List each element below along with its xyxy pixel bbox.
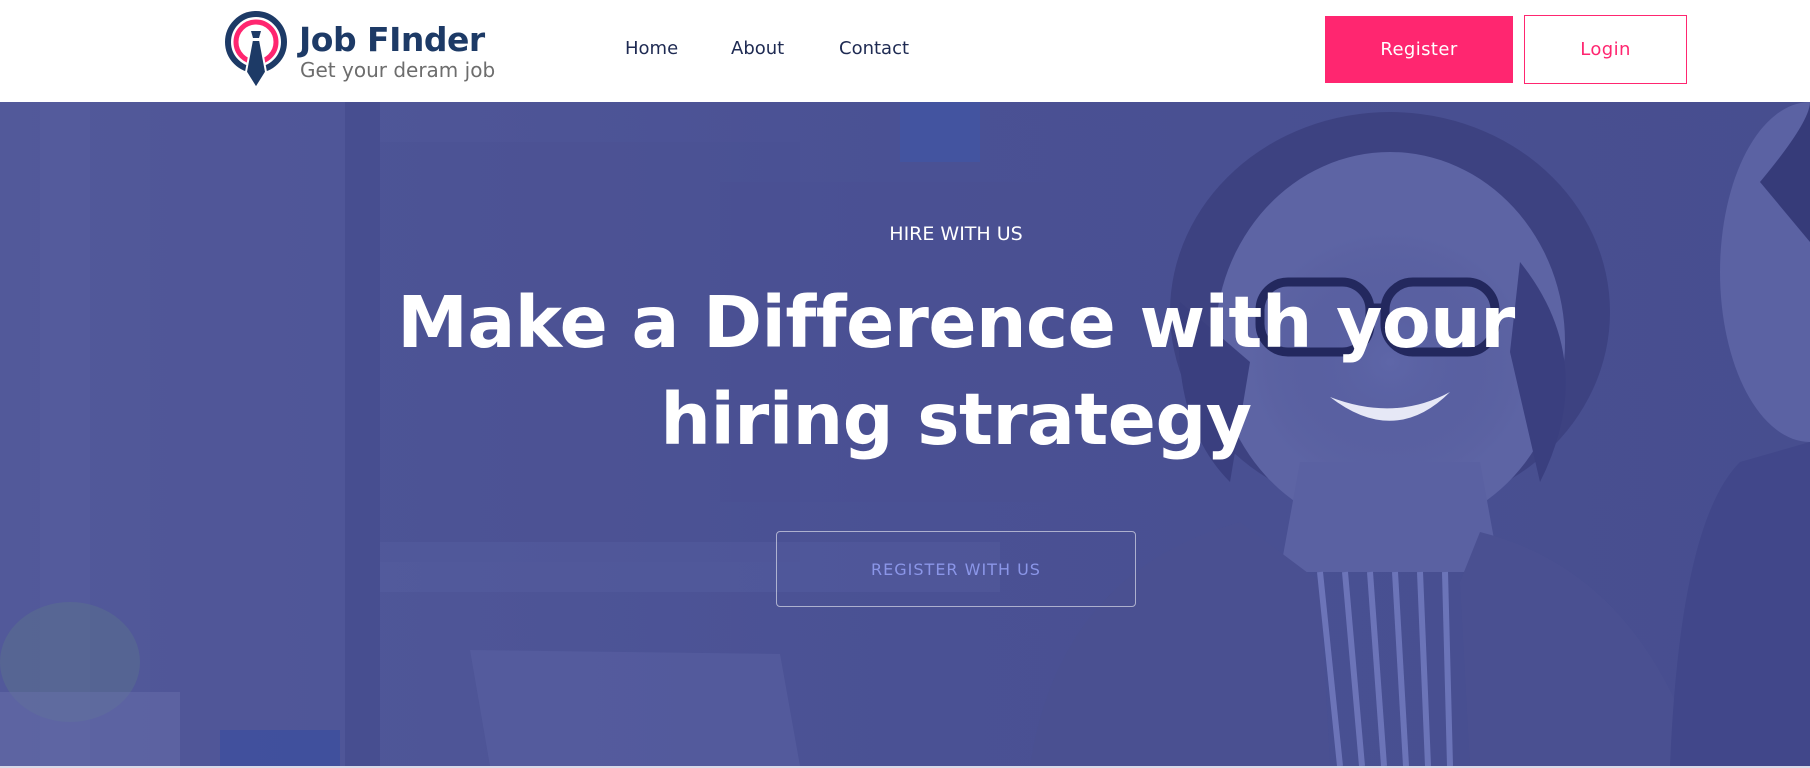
brand-tagline: Get your deram job — [300, 58, 496, 82]
register-button[interactable]: Register — [1325, 16, 1513, 83]
register-with-us-button[interactable]: REGISTER WITH US — [776, 531, 1136, 607]
brand-name: Job FInder — [299, 20, 485, 59]
login-button[interactable]: Login — [1524, 15, 1687, 84]
hero-eyebrow: HIRE WITH US — [889, 223, 1023, 245]
nav-about-link[interactable]: About — [731, 38, 784, 59]
hero-title: Make a Difference with your hiring strat… — [380, 274, 1532, 468]
nav-home-link[interactable]: Home — [625, 38, 678, 59]
brand-logo[interactable]: Job FInder Get your deram job — [223, 9, 495, 91]
hero-title-line-2: hiring strategy — [660, 378, 1252, 461]
site-header: Job FInder Get your deram job Home About… — [0, 0, 1810, 102]
job-finder-logo-icon — [225, 11, 287, 90]
hero-section: HIRE WITH US Make a Difference with your… — [0, 102, 1810, 766]
nav-contact-link[interactable]: Contact — [839, 38, 909, 59]
hero-title-line-1: Make a Difference with your — [397, 281, 1515, 364]
